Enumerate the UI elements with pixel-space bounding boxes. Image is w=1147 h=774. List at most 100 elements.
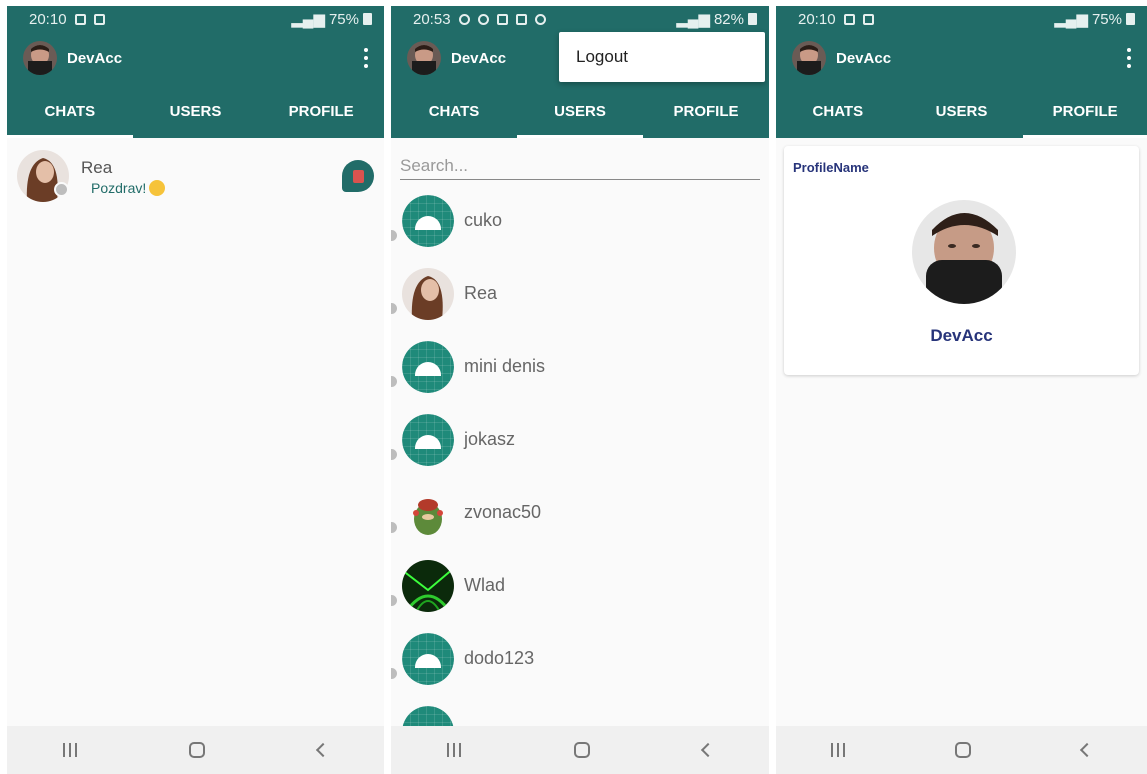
status-time: 20:53 bbox=[413, 10, 451, 28]
app-bar: DevAcc bbox=[776, 32, 1147, 84]
user-avatar[interactable] bbox=[407, 41, 441, 75]
logout-menu-item[interactable]: Logout bbox=[559, 32, 765, 82]
tab-users[interactable]: USERS bbox=[517, 84, 643, 138]
notification-icon bbox=[496, 13, 508, 25]
home-icon[interactable] bbox=[955, 742, 972, 758]
viber-icon bbox=[458, 13, 470, 25]
profile-picture[interactable] bbox=[912, 200, 1016, 304]
messenger-icon bbox=[477, 13, 489, 25]
trash-icon bbox=[352, 169, 364, 183]
recents-icon[interactable] bbox=[447, 743, 462, 757]
battery-icon bbox=[1126, 13, 1135, 25]
back-icon[interactable] bbox=[700, 742, 715, 758]
tab-chats[interactable]: CHATS bbox=[7, 84, 133, 138]
user-avatar[interactable] bbox=[792, 41, 826, 75]
signal-icon: ▂▄▆ bbox=[1054, 11, 1088, 28]
user-name: mini denis bbox=[464, 356, 546, 376]
system-nav-bar bbox=[7, 726, 384, 774]
profile-card: ProfileName DevAcc bbox=[784, 146, 1139, 375]
offline-status-dot bbox=[391, 593, 399, 608]
home-icon[interactable] bbox=[189, 742, 206, 758]
battery-level: 82% bbox=[713, 10, 744, 28]
users-screen: 20:53 ▂▄▆ 82% DevAcc Logout CHATS USERS … bbox=[391, 6, 769, 774]
back-icon[interactable] bbox=[315, 742, 330, 758]
user-list-item[interactable]: dodo123 bbox=[391, 622, 769, 695]
tab-bar: CHATS USERS PROFILE bbox=[776, 84, 1147, 138]
user-list-item[interactable]: zvonac50 bbox=[391, 476, 769, 549]
overflow-menu-icon[interactable] bbox=[1127, 48, 1133, 68]
android-icon bbox=[402, 340, 454, 393]
signal-icon: ▂▄▆ bbox=[291, 11, 325, 28]
app-title: DevAcc bbox=[67, 49, 123, 67]
status-bar: 20:53 ▂▄▆ 82% bbox=[391, 6, 769, 32]
tab-profile[interactable]: PROFILE bbox=[643, 84, 769, 138]
app-title: DevAcc bbox=[451, 49, 507, 67]
user-name: Rea bbox=[464, 283, 498, 303]
green-lights-avatar bbox=[402, 559, 454, 612]
search-input[interactable]: Search... bbox=[400, 152, 760, 180]
chat-contact-name: Rea bbox=[81, 158, 113, 177]
battery-icon bbox=[363, 13, 372, 25]
tab-users[interactable]: USERS bbox=[133, 84, 259, 138]
offline-status-dot bbox=[391, 374, 399, 389]
home-icon[interactable] bbox=[573, 742, 590, 758]
system-nav-bar bbox=[391, 726, 769, 774]
chat-last-message: Pozdrav! bbox=[91, 180, 147, 196]
system-nav-bar bbox=[776, 726, 1147, 774]
offline-status-dot bbox=[391, 228, 399, 243]
offline-status-dot bbox=[391, 301, 399, 316]
gallery-icon bbox=[862, 13, 874, 25]
tab-profile[interactable]: PROFILE bbox=[1023, 84, 1147, 138]
signal-icon: ▂▄▆ bbox=[676, 11, 710, 28]
android-icon bbox=[402, 413, 454, 466]
recents-icon[interactable] bbox=[831, 743, 846, 757]
tab-bar: CHATS USERS PROFILE bbox=[391, 84, 769, 138]
user-list-item[interactable]: mini denis bbox=[391, 330, 769, 403]
user-avatar[interactable] bbox=[23, 41, 57, 75]
cartoon-avatar bbox=[402, 486, 454, 539]
status-time: 20:10 bbox=[798, 10, 836, 28]
gallery-icon bbox=[93, 13, 105, 25]
status-time: 20:10 bbox=[29, 10, 67, 28]
delete-chat-button[interactable] bbox=[342, 160, 374, 192]
tab-chats[interactable]: CHATS bbox=[391, 84, 517, 138]
offline-status-dot bbox=[391, 447, 399, 462]
user-name: cuko bbox=[464, 210, 503, 230]
notification-icon bbox=[843, 13, 855, 25]
user-name: Wlad bbox=[464, 575, 506, 595]
back-icon[interactable] bbox=[1079, 742, 1094, 758]
notification-icon bbox=[74, 13, 86, 25]
offline-status-dot bbox=[54, 182, 69, 197]
profile-screen: 20:10 ▂▄▆ 75% DevAcc CHATS USERS PROFILE… bbox=[776, 6, 1147, 774]
battery-level: 75% bbox=[328, 10, 359, 28]
profile-name-label: ProfileName bbox=[793, 160, 869, 175]
app-title: DevAcc bbox=[836, 49, 892, 67]
android-icon bbox=[402, 194, 454, 247]
user-photo-avatar bbox=[402, 267, 454, 320]
user-name: jokasz bbox=[464, 429, 516, 449]
tab-profile[interactable]: PROFILE bbox=[258, 84, 384, 138]
recents-icon[interactable] bbox=[63, 743, 78, 757]
gallery-icon bbox=[515, 13, 527, 25]
chats-screen: 20:10 ▂▄▆ 75% DevAcc CHATS USERS PROFILE… bbox=[7, 6, 384, 774]
user-list: cuko Rea mini denis jokasz zvonac50 Wlad… bbox=[391, 184, 769, 768]
user-name: zvonac50 bbox=[464, 502, 542, 522]
user-name: dodo123 bbox=[464, 648, 535, 668]
chat-list-item[interactable]: Rea Pozdrav! bbox=[7, 138, 384, 214]
user-list-item[interactable]: cuko bbox=[391, 184, 769, 257]
status-bar: 20:10 ▂▄▆ 75% bbox=[7, 6, 384, 32]
tab-chats[interactable]: CHATS bbox=[776, 84, 900, 138]
user-list-item[interactable]: Wlad bbox=[391, 549, 769, 622]
user-list-item[interactable]: Rea bbox=[391, 257, 769, 330]
offline-status-dot bbox=[391, 666, 399, 681]
app-bar: DevAcc bbox=[7, 32, 384, 84]
user-list-item[interactable]: jokasz bbox=[391, 403, 769, 476]
status-bar: 20:10 ▂▄▆ 75% bbox=[776, 6, 1147, 32]
tab-users[interactable]: USERS bbox=[900, 84, 1024, 138]
battery-icon bbox=[748, 13, 757, 25]
kiss-emoji-icon bbox=[149, 180, 166, 196]
offline-status-dot bbox=[391, 520, 399, 535]
overflow-menu-icon[interactable] bbox=[364, 48, 370, 68]
tab-bar: CHATS USERS PROFILE bbox=[7, 84, 384, 138]
viber-icon bbox=[534, 13, 546, 25]
